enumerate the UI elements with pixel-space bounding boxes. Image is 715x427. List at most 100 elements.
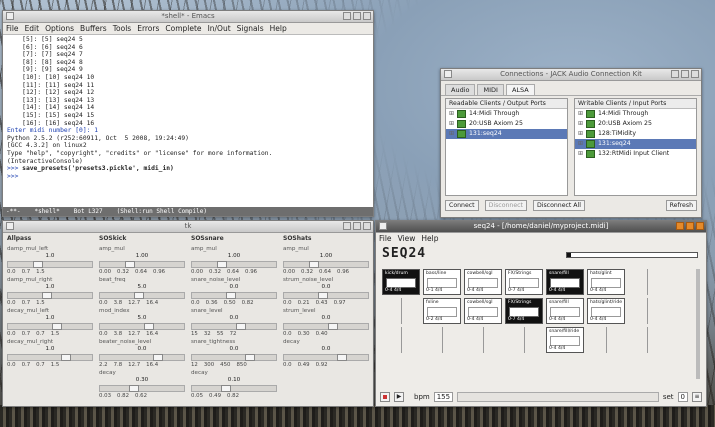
param-slider[interactable] bbox=[191, 323, 277, 330]
menu-help[interactable]: Help bbox=[270, 24, 287, 33]
param-slider[interactable] bbox=[283, 261, 369, 268]
pattern-slot[interactable]: snare/fill 0-4 4/4 bbox=[546, 298, 584, 324]
vertical-scrollbar[interactable] bbox=[696, 269, 700, 379]
param-slider[interactable] bbox=[99, 292, 185, 299]
tk-titlebar[interactable]: tk bbox=[3, 221, 373, 233]
tab-alsa[interactable]: ALSA bbox=[505, 84, 535, 95]
list-item[interactable]: ⊞ 20:USB Axiom 25 bbox=[575, 119, 696, 129]
bpm-spinner[interactable]: 155 bbox=[433, 392, 454, 402]
empty-pattern-slot[interactable] bbox=[505, 327, 543, 353]
expand-icon[interactable]: ⊞ bbox=[449, 130, 454, 138]
tab-midi[interactable]: MIDI bbox=[477, 84, 504, 95]
menu-buffers[interactable]: Buffers bbox=[80, 24, 107, 33]
close-icon[interactable] bbox=[363, 12, 371, 20]
param-slider[interactable] bbox=[99, 354, 185, 361]
menu-signals[interactable]: Signals bbox=[237, 24, 264, 33]
param-slider[interactable] bbox=[283, 323, 369, 330]
stop-button[interactable] bbox=[380, 392, 390, 402]
expand-icon[interactable]: ⊞ bbox=[449, 120, 454, 128]
expand-icon[interactable]: ⊞ bbox=[578, 110, 583, 118]
param-slider[interactable] bbox=[191, 385, 277, 392]
close-icon[interactable] bbox=[363, 222, 371, 230]
pattern-slot[interactable]: snare/fill/ride 0-4 4/4 bbox=[546, 327, 584, 353]
slider-knob[interactable] bbox=[217, 261, 228, 268]
slider-knob[interactable] bbox=[128, 385, 139, 392]
param-slider[interactable] bbox=[99, 385, 185, 392]
slider-knob[interactable] bbox=[244, 354, 255, 361]
slider-knob[interactable] bbox=[33, 261, 44, 268]
menu-complete[interactable]: Complete bbox=[165, 24, 201, 33]
param-slider[interactable] bbox=[99, 261, 185, 268]
expand-icon[interactable]: ⊞ bbox=[449, 110, 454, 118]
pattern-slot[interactable]: cowbell/sgl 0-4 4/4 bbox=[464, 269, 502, 295]
pattern-slot[interactable]: hats/glint 0-4 4/4 bbox=[587, 269, 625, 295]
list-item[interactable]: ⊞ 20:USB Axiom 25 bbox=[446, 119, 567, 129]
list-item[interactable]: ⊞ 128:TiMidity bbox=[575, 129, 696, 139]
maximize-icon[interactable] bbox=[353, 12, 361, 20]
minimize-icon[interactable] bbox=[343, 12, 351, 20]
slider-knob[interactable] bbox=[327, 323, 338, 330]
param-slider[interactable] bbox=[283, 292, 369, 299]
performance-button[interactable]: ≡ bbox=[692, 392, 702, 402]
maximize-icon[interactable] bbox=[353, 222, 361, 230]
param-slider[interactable] bbox=[191, 261, 277, 268]
close-icon[interactable] bbox=[691, 70, 699, 78]
slider-knob[interactable] bbox=[220, 385, 231, 392]
param-slider[interactable] bbox=[191, 292, 277, 299]
refresh-button[interactable]: Refresh bbox=[665, 200, 697, 211]
param-slider[interactable] bbox=[99, 323, 185, 330]
empty-pattern-slot[interactable] bbox=[628, 269, 666, 295]
pattern-slot[interactable]: fxline 0-2 4/4 bbox=[423, 298, 461, 324]
slider-knob[interactable] bbox=[134, 292, 145, 299]
list-item-selected[interactable]: ⊞ 131:seq24 bbox=[575, 139, 696, 149]
menu-options[interactable]: Options bbox=[45, 24, 74, 33]
expand-icon[interactable]: ⊞ bbox=[578, 120, 583, 128]
empty-pattern-slot[interactable] bbox=[464, 327, 502, 353]
seq24-titlebar[interactable]: seq24 - [/home/daniel/myproject.midi] bbox=[376, 221, 706, 233]
slider-knob[interactable] bbox=[336, 354, 347, 361]
param-slider[interactable] bbox=[283, 354, 369, 361]
jack-titlebar[interactable]: Connections - JACK Audio Connection Kit bbox=[441, 69, 701, 81]
empty-pattern-slot[interactable] bbox=[628, 327, 666, 353]
menu-file[interactable]: File bbox=[379, 234, 392, 243]
maximize-icon[interactable] bbox=[686, 222, 694, 230]
slider-knob[interactable] bbox=[42, 292, 53, 299]
param-slider[interactable] bbox=[7, 261, 93, 268]
writable-clients-list[interactable]: Writable Clients / Input Ports ⊞ 14:Midi … bbox=[574, 98, 697, 196]
param-slider[interactable] bbox=[7, 292, 93, 299]
pattern-slot[interactable]: kick/drum 0-4 4/4 bbox=[382, 269, 420, 295]
connect-button[interactable]: Connect bbox=[445, 200, 479, 211]
menu-errors[interactable]: Errors bbox=[137, 24, 159, 33]
menu-tools[interactable]: Tools bbox=[113, 24, 131, 33]
menu-help[interactable]: Help bbox=[421, 234, 438, 243]
param-slider[interactable] bbox=[7, 354, 93, 361]
minimize-icon[interactable] bbox=[671, 70, 679, 78]
list-item[interactable]: ⊞ 14:Midi Through bbox=[446, 109, 567, 119]
empty-pattern-slot[interactable] bbox=[382, 298, 420, 324]
menu-file[interactable]: File bbox=[6, 24, 19, 33]
play-button[interactable]: ▶ bbox=[394, 392, 404, 402]
expand-icon[interactable]: ⊞ bbox=[578, 150, 583, 158]
maximize-icon[interactable] bbox=[681, 70, 689, 78]
close-icon[interactable] bbox=[696, 222, 704, 230]
slider-knob[interactable] bbox=[60, 354, 71, 361]
shell-buffer[interactable]: [5]: [5] seq24 5 [6]: [6] seq24 6 [7]: [… bbox=[3, 35, 373, 181]
set-spinner[interactable]: 0 bbox=[677, 392, 688, 402]
menu-edit[interactable]: Edit bbox=[25, 24, 40, 33]
slider-knob[interactable] bbox=[143, 323, 154, 330]
slider-knob[interactable] bbox=[51, 323, 62, 330]
disconnect-all-button[interactable]: Disconnect All bbox=[532, 200, 585, 211]
empty-pattern-slot[interactable] bbox=[382, 327, 420, 353]
list-item[interactable]: ⊞ 14:Midi Through bbox=[575, 109, 696, 119]
expand-icon[interactable]: ⊞ bbox=[578, 130, 583, 138]
param-slider[interactable] bbox=[7, 323, 93, 330]
horizontal-scrollbar[interactable] bbox=[457, 392, 659, 402]
list-item[interactable]: ⊞ 132:RtMidi Input Client bbox=[575, 149, 696, 159]
minimize-icon[interactable] bbox=[676, 222, 684, 230]
pattern-slot[interactable]: cowbell/sgl 0-4 4/4 bbox=[464, 298, 502, 324]
slider-knob[interactable] bbox=[235, 323, 246, 330]
emacs-titlebar[interactable]: *shell* - Emacs bbox=[3, 11, 373, 23]
menu-inout[interactable]: In/Out bbox=[208, 24, 231, 33]
param-slider[interactable] bbox=[191, 354, 277, 361]
empty-pattern-slot[interactable] bbox=[628, 298, 666, 324]
